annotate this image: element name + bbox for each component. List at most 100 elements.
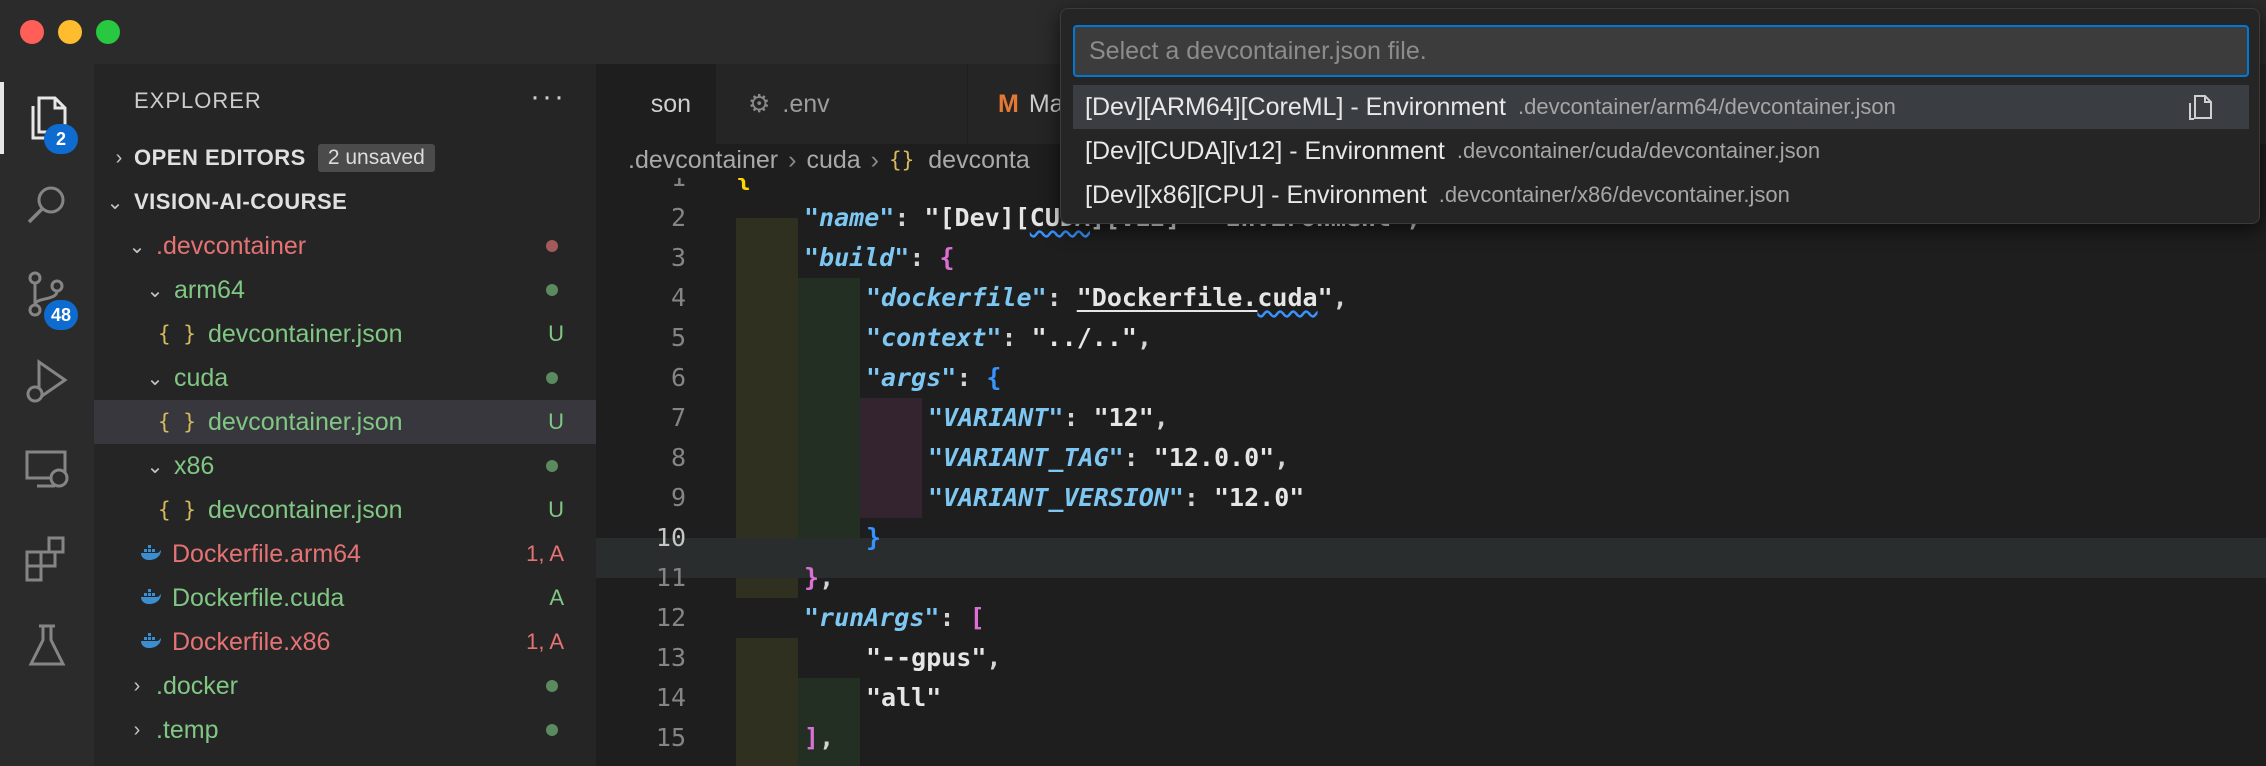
line-number: 6 — [670, 363, 686, 392]
line-number: 12 — [655, 603, 686, 632]
run-debug-activity-button[interactable] — [0, 338, 94, 426]
tab-label: .env — [782, 89, 830, 118]
source-control-activity-button[interactable]: 48 — [0, 250, 94, 338]
tree-item-label: x86 — [174, 451, 215, 480]
open-editors-section[interactable]: › OPEN EDITORS 2 unsaved — [94, 136, 596, 180]
quick-pick-input[interactable] — [1073, 25, 2249, 77]
json-key: "VARIANT" — [928, 403, 1064, 432]
tree-item-label: Dockerfile.cuda — [172, 583, 345, 612]
json-key: "build" — [804, 243, 910, 272]
quick-pick-item[interactable]: [Dev][x86][CPU] - Environment .devcontai… — [1073, 173, 2249, 217]
project-label: VISION-AI-COURSE — [134, 189, 348, 214]
tree-item-devcontainer-folder[interactable]: ⌄ .devcontainer — [94, 224, 596, 268]
search-icon — [27, 186, 65, 224]
chevron-right-icon: › — [133, 718, 141, 741]
json-file-icon: { } — [158, 410, 196, 434]
code-line-10: } — [866, 523, 882, 552]
chevron-down-icon: ⌄ — [146, 279, 164, 302]
indent-guide — [860, 398, 922, 518]
explorer-activity-button[interactable]: 2 — [0, 74, 94, 162]
json-key: "VARIANT_TAG" — [928, 443, 1124, 472]
search-activity-button[interactable] — [0, 162, 94, 250]
breadcrumb-item[interactable]: devconta — [928, 146, 1029, 175]
status-dot — [546, 460, 558, 472]
tree-item-docker-folder[interactable]: › .docker — [94, 664, 596, 708]
breadcrumb: .devcontainer › cuda › {} devconta — [628, 142, 1030, 178]
line-number: 2 — [670, 203, 686, 232]
code-line-15: ], — [804, 723, 835, 752]
testing-activity-button[interactable] — [0, 602, 94, 690]
tab-devcontainer-json[interactable]: son — [596, 64, 716, 144]
json-file-icon: { } — [158, 322, 196, 346]
quick-pick-item[interactable]: [Dev][ARM64][CoreML] - Environment .devc… — [1073, 85, 2249, 129]
extensions-activity-button[interactable] — [0, 514, 94, 602]
docker-icon — [140, 540, 162, 569]
json-file-icon: {} — [888, 148, 915, 172]
tree-item-cuda-folder[interactable]: ⌄ cuda — [94, 356, 596, 400]
json-key: "context" — [866, 323, 1002, 352]
tree-item-label: devcontainer.json — [207, 495, 403, 524]
unsaved-badge: 2 unsaved — [317, 144, 435, 172]
brace: { — [736, 178, 751, 192]
close-window-button[interactable] — [20, 20, 44, 44]
quick-pick-item[interactable]: [Dev][CUDA][v12] - Environment .devconta… — [1073, 129, 2249, 173]
tree-item-label: .devcontainer — [156, 231, 307, 260]
tree-item-x86-folder[interactable]: ⌄ x86 — [94, 444, 596, 488]
json-value: "all" — [866, 683, 942, 712]
tab-env[interactable]: ⚙ .env — [718, 64, 968, 144]
devcontainer-quick-pick: [Dev][ARM64][CoreML] - Environment .devc… — [1060, 8, 2260, 224]
quick-pick-item-label: [Dev][CUDA][v12] - Environment — [1085, 136, 1445, 165]
json-value: "Dockerfile. — [1076, 283, 1258, 312]
tree-item-label: Dockerfile.arm64 — [172, 539, 361, 568]
minimize-window-button[interactable] — [58, 20, 82, 44]
source-control-badge: 48 — [44, 300, 78, 330]
current-line-highlight — [596, 538, 2266, 578]
tree-item-x86-devcontainer-json[interactable]: { } devcontainer.json U — [94, 488, 596, 532]
chevron-down-icon: ⌄ — [106, 191, 124, 214]
chevron-down-icon: ⌄ — [146, 367, 164, 390]
status-dot — [546, 372, 558, 384]
git-status: 1, A — [526, 629, 564, 654]
activity-bar: 2 48 — [0, 64, 94, 766]
tree-item-label: Dockerfile.x86 — [172, 627, 331, 656]
breadcrumb-item[interactable]: .devcontainer — [628, 146, 778, 175]
open-editors-label: OPEN EDITORS — [134, 145, 306, 170]
git-status: A — [549, 585, 564, 610]
tree-item-dockerfile-arm64[interactable]: Dockerfile.arm64 1, A — [94, 532, 596, 576]
flask-icon — [28, 624, 66, 666]
spell-check-word: cuda — [1257, 283, 1318, 312]
code-line-13: "--gpus", — [866, 643, 1002, 672]
code-editor[interactable]: 1 2 3 4 5 6 7 8 9 10 11 12 13 14 15 { "n… — [596, 178, 2266, 766]
quick-pick-item-label: [Dev][ARM64][CoreML] - Environment — [1085, 92, 1506, 121]
chevron-right-icon: › — [133, 674, 141, 697]
line-number: 14 — [655, 683, 686, 712]
chevron-right-icon: › — [115, 146, 123, 169]
remote-explorer-activity-button[interactable] — [0, 426, 94, 514]
tree-item-arm64-devcontainer-json[interactable]: { } devcontainer.json U — [94, 312, 596, 356]
tab-label: son — [650, 89, 691, 118]
status-dot — [546, 284, 558, 296]
line-number: 13 — [655, 643, 686, 672]
tree-item-dockerfile-x86[interactable]: Dockerfile.x86 1, A — [94, 620, 596, 664]
code-line-5: "context": "../..", — [866, 323, 1152, 352]
maximize-window-button[interactable] — [96, 20, 120, 44]
line-number: 9 — [670, 483, 686, 512]
chevron-right-icon: › — [788, 145, 797, 174]
more-actions-button[interactable]: ··· — [530, 80, 566, 114]
explorer-sidebar: EXPLORER ··· › OPEN EDITORS 2 unsaved ⌄ … — [94, 64, 596, 766]
tree-item-label: arm64 — [174, 275, 245, 304]
tree-item-label: devcontainer.json — [207, 407, 403, 436]
breadcrumb-item[interactable]: cuda — [806, 146, 860, 175]
tree-item-temp-folder[interactable]: › .temp — [94, 708, 596, 752]
git-status: 1, A — [526, 541, 564, 566]
line-number: 10 — [655, 523, 686, 552]
project-section[interactable]: ⌄ VISION-AI-COURSE — [94, 180, 596, 224]
tree-item-label: .temp — [156, 715, 219, 744]
quick-pick-item-description: .devcontainer/cuda/devcontainer.json — [1456, 138, 1821, 163]
open-file-icon[interactable] — [2187, 93, 2217, 121]
tree-item-arm64-folder[interactable]: ⌄ arm64 — [94, 268, 596, 312]
tree-item-cuda-devcontainer-json[interactable]: { } devcontainer.json U — [94, 400, 596, 444]
json-key: "runArgs" — [804, 603, 940, 632]
code-line-9: "VARIANT_VERSION": "12.0" — [928, 483, 1305, 512]
tree-item-dockerfile-cuda[interactable]: Dockerfile.cuda A — [94, 576, 596, 620]
